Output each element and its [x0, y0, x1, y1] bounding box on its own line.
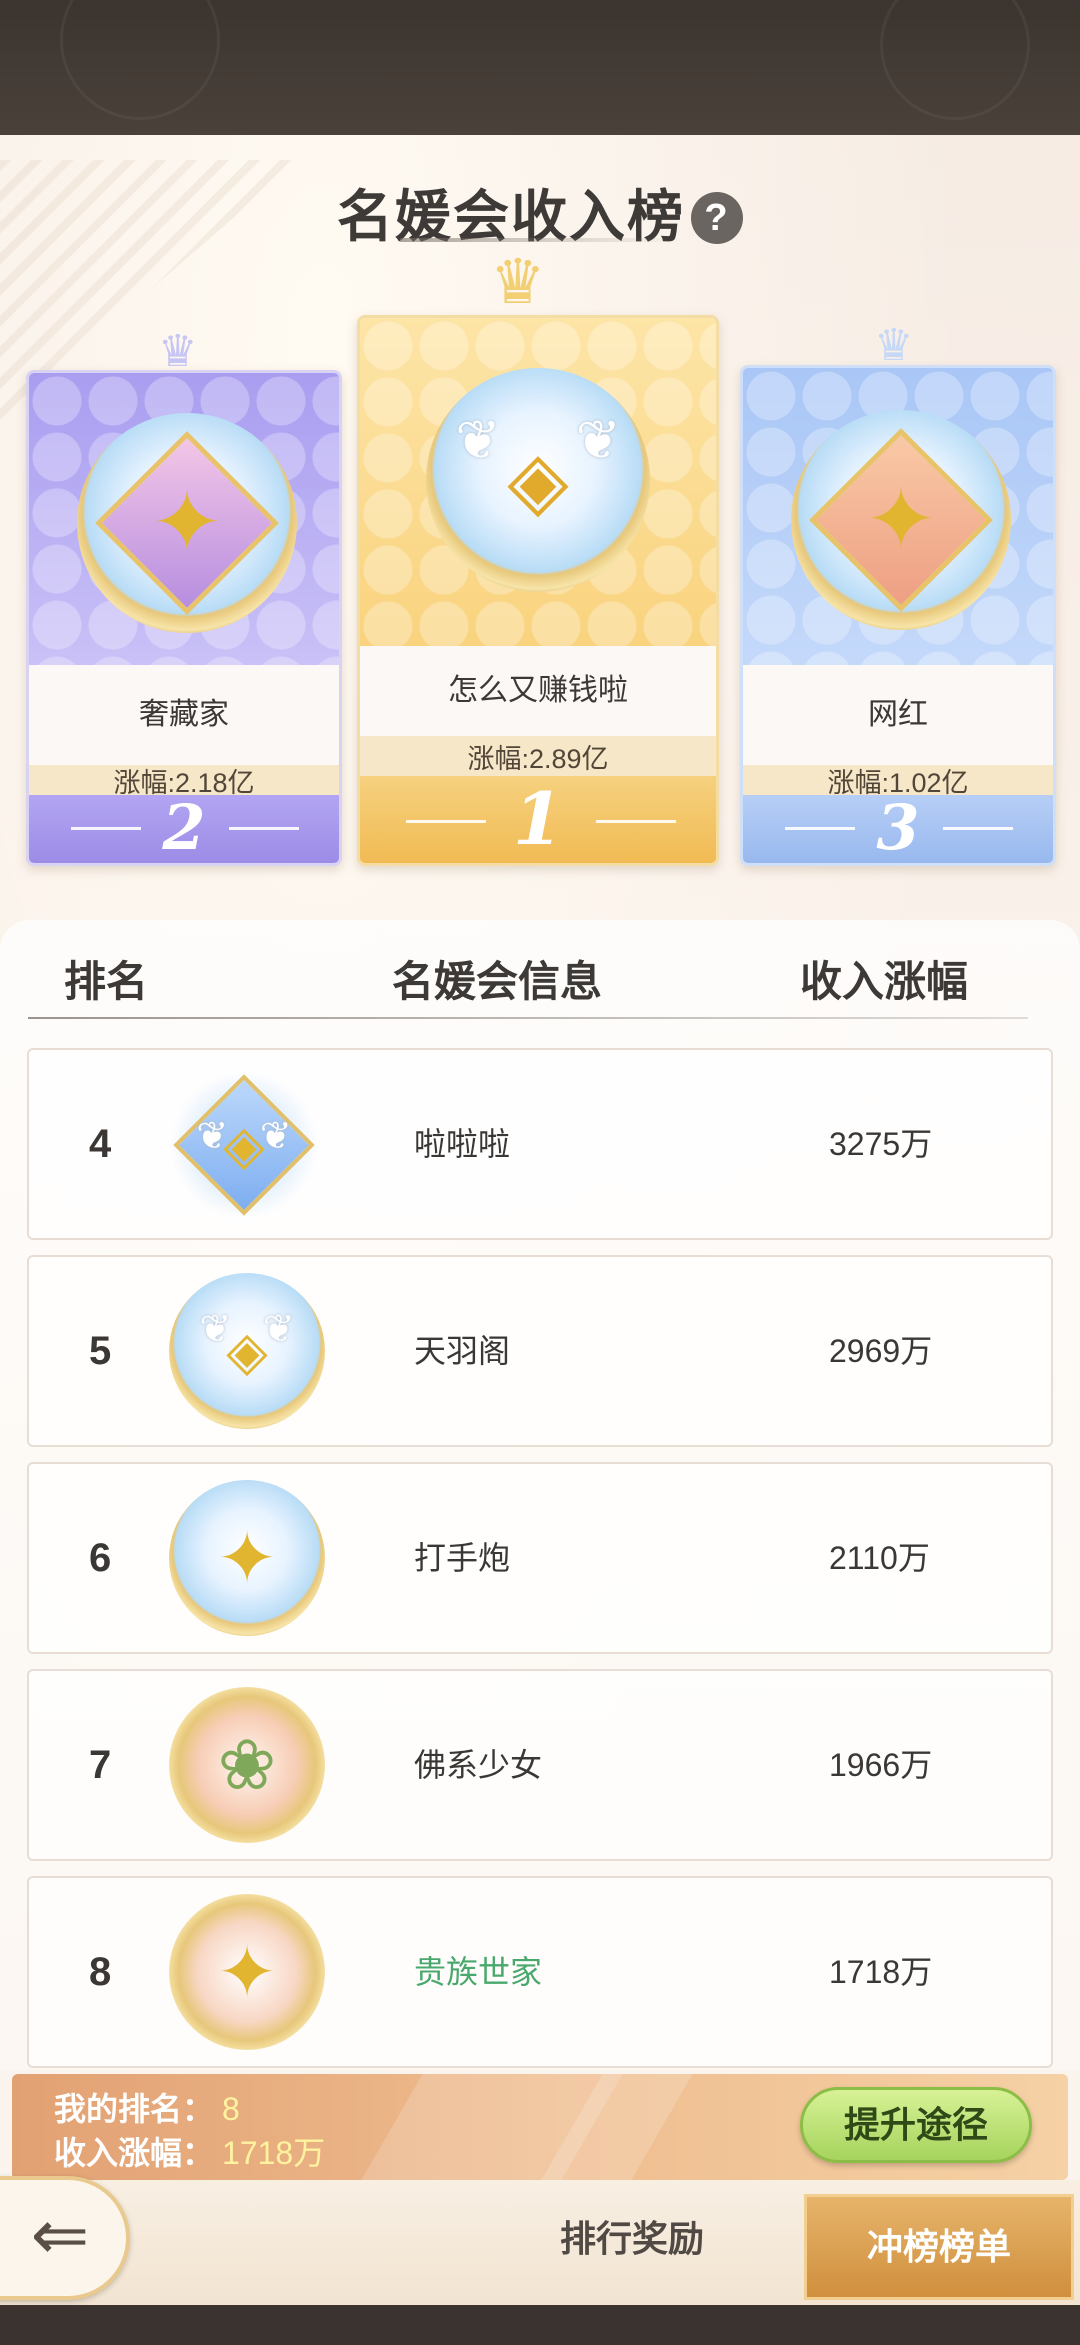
podium-rank-bar: 2	[29, 791, 339, 863]
row-income: 1718万	[829, 1954, 933, 1990]
star-hands-emblem-icon: ✦	[169, 1480, 325, 1636]
my-income-line: 收入涨幅： 1718万	[54, 2128, 325, 2174]
row-rank: 7	[89, 1743, 112, 1787]
podium-card-header: ◈ ❦ ❦	[360, 318, 716, 646]
header-divider	[28, 1017, 1028, 1019]
podium-card-rank-3[interactable]: ✦ 网红 涨幅:1.02亿 3	[740, 365, 1056, 866]
row-club-name: 打手炮	[414, 1540, 511, 1576]
row-income: 1966万	[829, 1747, 933, 1783]
star-hands-emblem-icon: ✦	[77, 413, 297, 633]
tab-ranking-rewards[interactable]: 排行奖励	[560, 2210, 704, 2262]
row-club-name: 天羽阁	[414, 1333, 511, 1369]
row-rank: 6	[89, 1536, 112, 1580]
row-rank: 4	[89, 1122, 112, 1166]
table-row[interactable]: 7 ❀ 佛系少女 1966万	[27, 1669, 1053, 1861]
star-hands-emblem-icon: ✦	[169, 1894, 325, 2050]
podium-card-rank-1[interactable]: ◈ ❦ ❦ 怎么又赚钱啦 涨幅:2.89亿 1	[357, 315, 719, 866]
question-mark-icon[interactable]: ?	[691, 192, 743, 244]
lily-emblem-icon: ❀	[169, 1687, 325, 1843]
upgrade-path-button[interactable]: 提升途径	[800, 2087, 1032, 2163]
table-row[interactable]: 5 ◈ ❦ ❦ 天羽阁 2969万	[27, 1255, 1053, 1447]
my-rank-value: 8	[222, 2091, 240, 2127]
star-hands-emblem-icon: ✦	[791, 410, 1011, 630]
row-club-name: 啦啦啦	[414, 1126, 511, 1162]
column-header-income: 收入涨幅	[800, 958, 969, 1005]
crown-icon: ♛	[490, 248, 546, 317]
table-row[interactable]: 4 ◈ ❦ ❦ 啦啦啦 3275万	[27, 1048, 1053, 1240]
row-club-name: 佛系少女	[414, 1747, 543, 1783]
crown-icon: ♛	[158, 327, 198, 376]
my-income-value: 1718万	[222, 2135, 326, 2171]
table-row[interactable]: 6 ✦ 打手炮 2110万	[27, 1462, 1053, 1654]
winged-shield-emblem-icon: ◈ ❦ ❦	[426, 368, 650, 592]
podium-club-name: 怎么又赚钱啦	[360, 646, 716, 736]
row-income: 2969万	[829, 1333, 933, 1369]
crown-icon: ♛	[874, 321, 914, 370]
winged-shield-emblem-icon: ◈ ❦ ❦	[169, 1273, 325, 1429]
winged-diamond-emblem-icon: ◈ ❦ ❦	[169, 1070, 319, 1220]
column-header-rank: 排名	[64, 958, 149, 1005]
podium-rank-bar: 3	[743, 791, 1053, 863]
row-rank: 5	[89, 1329, 112, 1373]
tab-climb-leaderboard[interactable]: 冲榜榜单	[804, 2194, 1074, 2300]
row-income: 3275万	[829, 1126, 933, 1162]
podium-rank-bar: 1	[360, 776, 716, 863]
podium-club-name: 网红	[743, 665, 1053, 765]
column-header-info: 名媛会信息	[392, 958, 603, 1005]
row-income: 2110万	[829, 1540, 930, 1576]
back-arrow-icon[interactable]: ⇐	[0, 2176, 130, 2300]
podium-club-name: 奢藏家	[29, 665, 339, 765]
podium-rank-number: 1	[512, 776, 564, 861]
table-row[interactable]: 8 ✦ 贵族世家 1718万	[27, 1876, 1053, 2068]
my-rank-label: 我的排名：	[54, 2091, 215, 2127]
title-underline	[400, 238, 680, 242]
my-income-label: 收入涨幅：	[54, 2135, 215, 2171]
row-club-name: 贵族世家	[414, 1954, 543, 1990]
my-rank-line: 我的排名： 8	[54, 2084, 240, 2130]
row-rank: 8	[89, 1950, 112, 1994]
podium-rank-number: 2	[162, 791, 206, 864]
top-decorative-strip	[0, 0, 1080, 135]
podium-card-header: ✦	[29, 373, 339, 665]
podium-card-header: ✦	[743, 368, 1053, 665]
podium-card-rank-2[interactable]: ✦ 奢藏家 涨幅:2.18亿 2	[26, 370, 342, 866]
bottom-strip	[0, 2305, 1080, 2345]
podium-rank-number: 3	[876, 791, 920, 864]
